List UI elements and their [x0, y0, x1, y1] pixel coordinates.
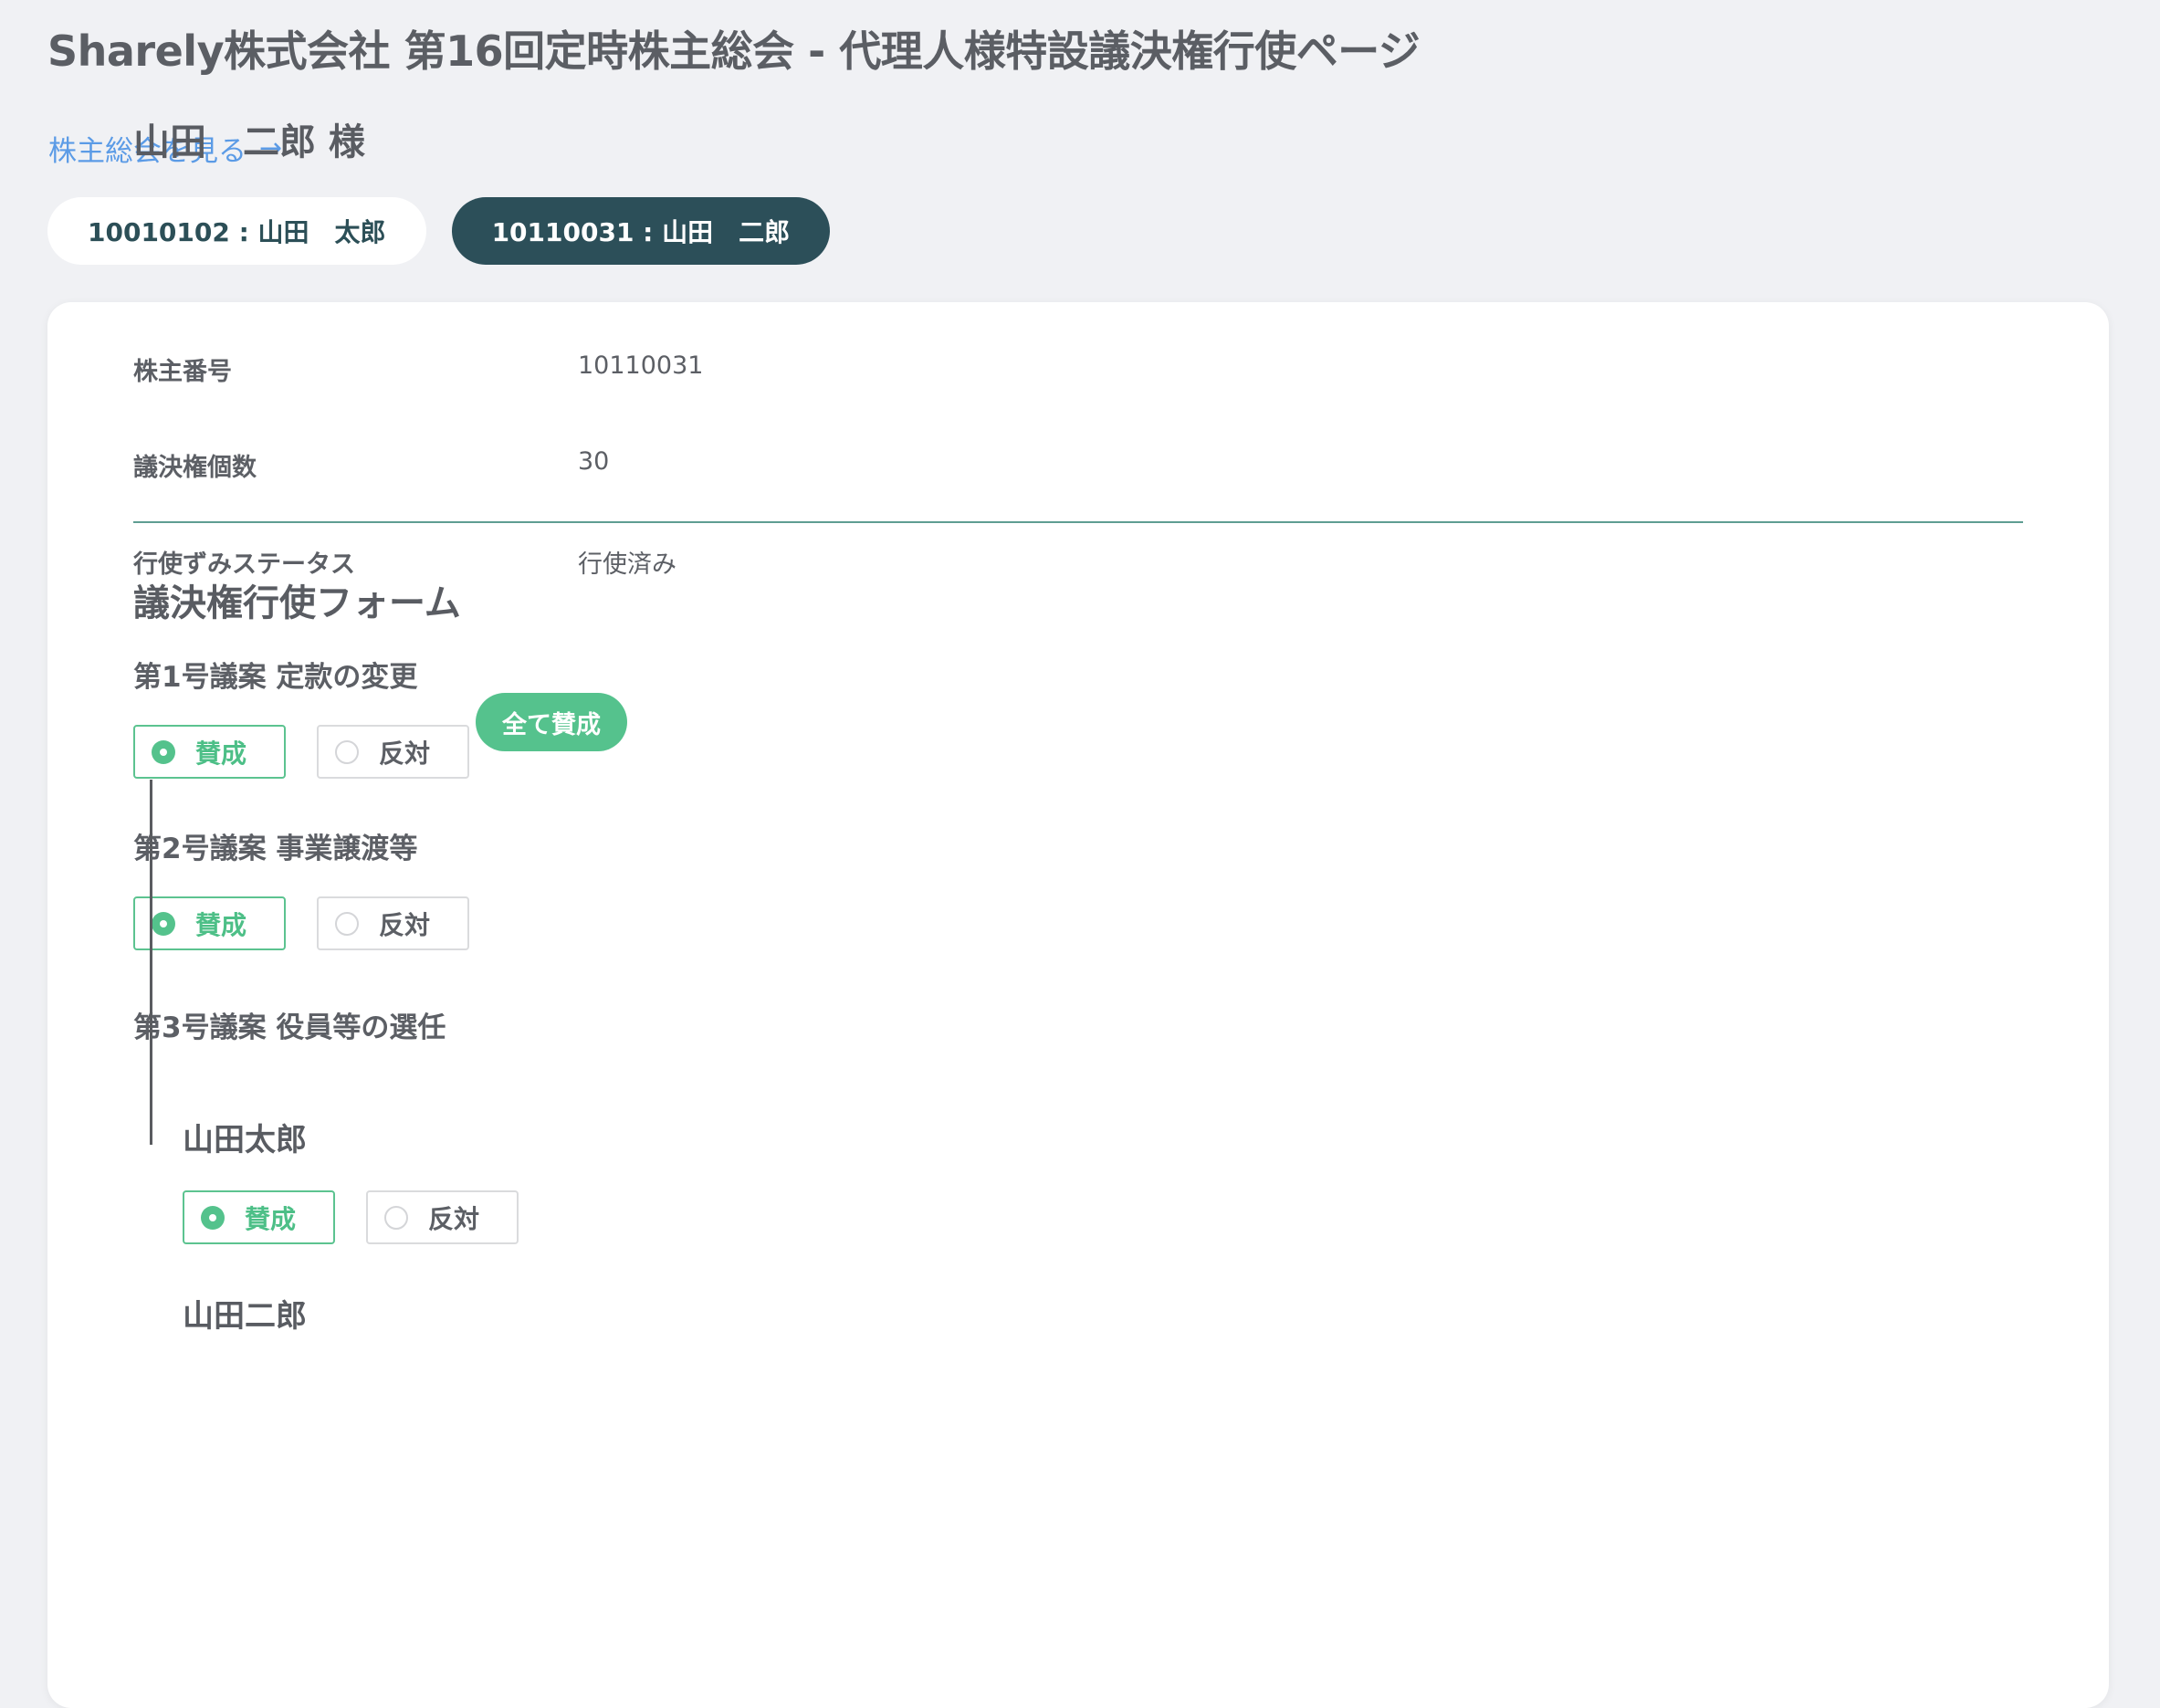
shareholder-tab-10110031[interactable]: 10110031 : 山田 二郎 — [451, 197, 831, 265]
shareholder-number-value: 10110031 — [578, 351, 704, 380]
proposal-1-agree-option[interactable]: 賛成 — [133, 725, 286, 779]
proposal-3-title: 第3号議案 役員等の選任 — [133, 1011, 446, 1044]
proposal-1-disagree-option[interactable]: 反対 — [317, 725, 469, 779]
radio-checked-icon — [152, 739, 175, 764]
shareholder-number-label: 株主番号 — [133, 358, 232, 386]
candidate-1-name: 山田太郎 — [183, 1122, 307, 1158]
voting-rights-label: 議決権個数 — [133, 454, 257, 482]
proposal-2-disagree-option[interactable]: 反対 — [317, 896, 469, 950]
all-agree-button[interactable]: 全て賛成 — [476, 693, 627, 751]
divider — [133, 521, 2023, 523]
proposal-2-vote-group: 賛成 反対 — [133, 896, 469, 950]
proposal-1-vote-group: 賛成 反対 — [133, 725, 469, 779]
agree-label: 賛成 — [195, 909, 247, 940]
voting-rights-value: 30 — [578, 447, 610, 476]
radio-checked-icon — [152, 911, 175, 936]
disagree-label: 反対 — [379, 909, 431, 940]
candidate-2-name: 山田二郎 — [183, 1298, 307, 1335]
radio-unchecked-icon — [335, 739, 359, 764]
candidate-1-agree-option[interactable]: 賛成 — [183, 1190, 335, 1244]
shareholder-tabs: 10010102 : 山田 太郎 10110031 : 山田 二郎 — [47, 197, 831, 265]
voting-form-title: 議決権行使フォーム — [133, 582, 461, 624]
page-title: Sharely株式会社 第16回定時株主総会 - 代理人様特設議決権行使ページ — [47, 26, 1421, 76]
proposal-1-title: 第1号議案 定款の変更 — [133, 661, 418, 694]
shareholder-name: 山田 二郎 様 — [133, 121, 365, 163]
proposal-2-agree-option[interactable]: 賛成 — [133, 896, 286, 950]
radio-unchecked-icon — [384, 1205, 408, 1230]
agree-label: 賛成 — [195, 738, 247, 769]
voting-card: 山田 二郎 様 株主番号 10110031 議決権個数 30 行使ずみステータス… — [47, 121, 2109, 1708]
radio-checked-icon — [201, 1205, 225, 1230]
radio-unchecked-icon — [335, 911, 359, 936]
disagree-label: 反対 — [428, 1203, 480, 1234]
status-value: 行使済み — [578, 550, 676, 579]
candidate-group-line — [150, 780, 152, 1145]
disagree-label: 反対 — [379, 738, 431, 769]
candidate-1-disagree-option[interactable]: 反対 — [366, 1190, 519, 1244]
agree-label: 賛成 — [245, 1203, 297, 1234]
shareholder-tab-10010102[interactable]: 10010102 : 山田 太郎 — [47, 197, 426, 265]
proposal-2-title: 第2号議案 事業譲渡等 — [133, 833, 418, 865]
candidate-1-vote-group: 賛成 反対 — [183, 1190, 519, 1244]
